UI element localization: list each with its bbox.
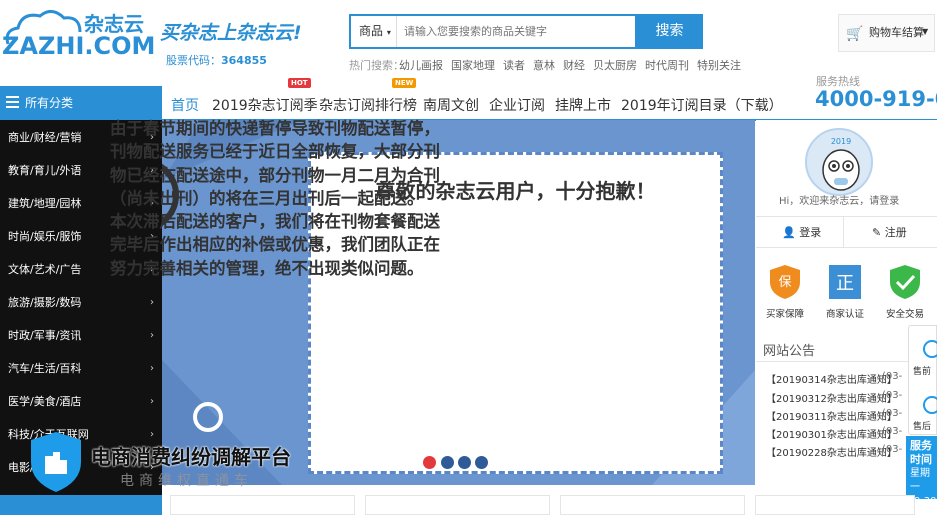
bottom-card: [560, 495, 745, 515]
bottom-card: [365, 495, 550, 515]
nav-nanzhou[interactable]: 南周文创: [423, 95, 479, 115]
hot-search-link[interactable]: 读者: [503, 59, 525, 72]
chat-icon[interactable]: [923, 396, 937, 414]
menu-icon: [6, 96, 19, 108]
hot-search-link[interactable]: 特别关注: [697, 59, 741, 72]
nav-home[interactable]: 首页: [171, 95, 199, 115]
user-icon: 👤: [782, 226, 796, 239]
chat-icon[interactable]: [923, 340, 937, 358]
hot-search-link[interactable]: 国家地理: [451, 59, 495, 72]
chevron-down-icon: ▼: [922, 27, 929, 36]
avatar[interactable]: 2019: [805, 128, 873, 196]
nav-ranking[interactable]: 杂志订阅排行榜: [319, 95, 417, 115]
cart-icon: 🛒: [846, 26, 864, 42]
category-item[interactable]: 时政/军事/资讯 ›: [0, 319, 162, 352]
shield-icon: 保: [770, 265, 800, 299]
slogan: 买杂志上杂志云!: [160, 22, 302, 44]
float-service-panel: 售前 售后: [908, 325, 937, 435]
hot-badge: HOT: [288, 78, 311, 88]
login-button[interactable]: 👤 登录: [782, 224, 821, 240]
hot-search-label: 热门搜索：: [349, 59, 404, 72]
notice-date: (03-: [882, 390, 903, 401]
svg-text:保: 保: [778, 275, 791, 290]
guarantee-label: 买家保障: [766, 309, 805, 320]
pre-sale-link[interactable]: 售前: [913, 364, 931, 377]
watermark-subtitle: 电商维权直通车: [120, 473, 253, 489]
hot-search-link[interactable]: 意林: [533, 59, 555, 72]
notice-item[interactable]: 【20190311杂志出库通知】: [766, 408, 897, 423]
nav-listing[interactable]: 挂牌上市: [555, 95, 611, 115]
notice-item[interactable]: 【20190312杂志出库通知】: [766, 390, 897, 405]
notice-date: (03-: [882, 444, 903, 455]
watermark-shield-icon: [31, 432, 81, 492]
notice-date: (03-: [882, 426, 903, 437]
check-shield-icon: [890, 265, 920, 299]
category-item[interactable]: 医学/美食/酒店 ›: [0, 385, 162, 418]
guarantee-label: 商家认证: [826, 309, 865, 320]
notice-item[interactable]: 【20190228杂志出库通知】: [766, 444, 897, 459]
register-button[interactable]: ✎ 注册: [872, 224, 907, 240]
search-category-select[interactable]: 商品 ▾: [351, 16, 397, 47]
nav-enterprise[interactable]: 企业订阅: [489, 95, 545, 115]
hot-search-link[interactable]: 财经: [563, 59, 585, 72]
all-categories-header[interactable]: 所有分类: [0, 86, 162, 120]
watermark-title: 电商消费纠纷调解平台: [91, 445, 291, 469]
logo-cn: 杂志云: [84, 12, 144, 36]
notice-board-title: 网站公告: [763, 344, 816, 359]
after-sale-link[interactable]: 售后: [913, 419, 931, 432]
notice-date: (03-: [882, 408, 903, 419]
service-hours-box: 服务时间 星期一 9:30- 14:00-: [906, 436, 937, 521]
hot-search-link[interactable]: 贝太厨房: [593, 59, 637, 72]
hot-search-list: 幼儿画报 国家地理 读者 意林 财经 贝太厨房 时代周刊 特别关注: [399, 57, 749, 73]
new-badge: NEW: [392, 78, 417, 88]
notice-item[interactable]: 【20190314杂志出库通知】: [766, 371, 897, 386]
search-button[interactable]: 搜索: [636, 14, 703, 49]
nav-catalog-download[interactable]: 2019年订阅目录（下载）: [621, 95, 783, 115]
notice-item[interactable]: 【20190301杂志出库通知】: [766, 426, 897, 441]
category-item[interactable]: 旅游/摄影/数码 ›: [0, 286, 162, 319]
welcome-text: Hi，欢迎来杂志云，请登录: [779, 196, 900, 207]
carousel-dot[interactable]: [441, 456, 454, 469]
guarantee-label: 安全交易: [886, 309, 925, 320]
notice-body: 由于春节期间的快递暂停导致刊物配送暂停， 刊物配送服务已经于近日全部恢复，大部分…: [110, 119, 440, 278]
nav-2019-subscription[interactable]: 2019杂志订阅季: [212, 95, 318, 115]
bottom-card: [755, 495, 915, 515]
bottom-card: [170, 495, 355, 515]
hot-search-link[interactable]: 幼儿画报: [399, 59, 443, 72]
notice-date: (03-: [882, 371, 903, 382]
edit-icon: ✎: [872, 226, 882, 239]
svg-text:正: 正: [836, 273, 854, 294]
carousel-dot[interactable]: [458, 456, 471, 469]
avatar-year: 2019: [831, 137, 851, 146]
search-input[interactable]: [398, 16, 635, 47]
carousel-dot[interactable]: [475, 456, 488, 469]
certified-icon: 正: [829, 265, 861, 299]
category-item[interactable]: 汽车/生活/百科 ›: [0, 352, 162, 385]
hot-search-link[interactable]: 时代周刊: [645, 59, 689, 72]
stock-code: 股票代码：364855: [166, 54, 267, 67]
hotline-number: 4000-919-00: [815, 87, 937, 111]
bottom-strip: [0, 495, 162, 515]
carousel-dot[interactable]: [423, 456, 436, 469]
